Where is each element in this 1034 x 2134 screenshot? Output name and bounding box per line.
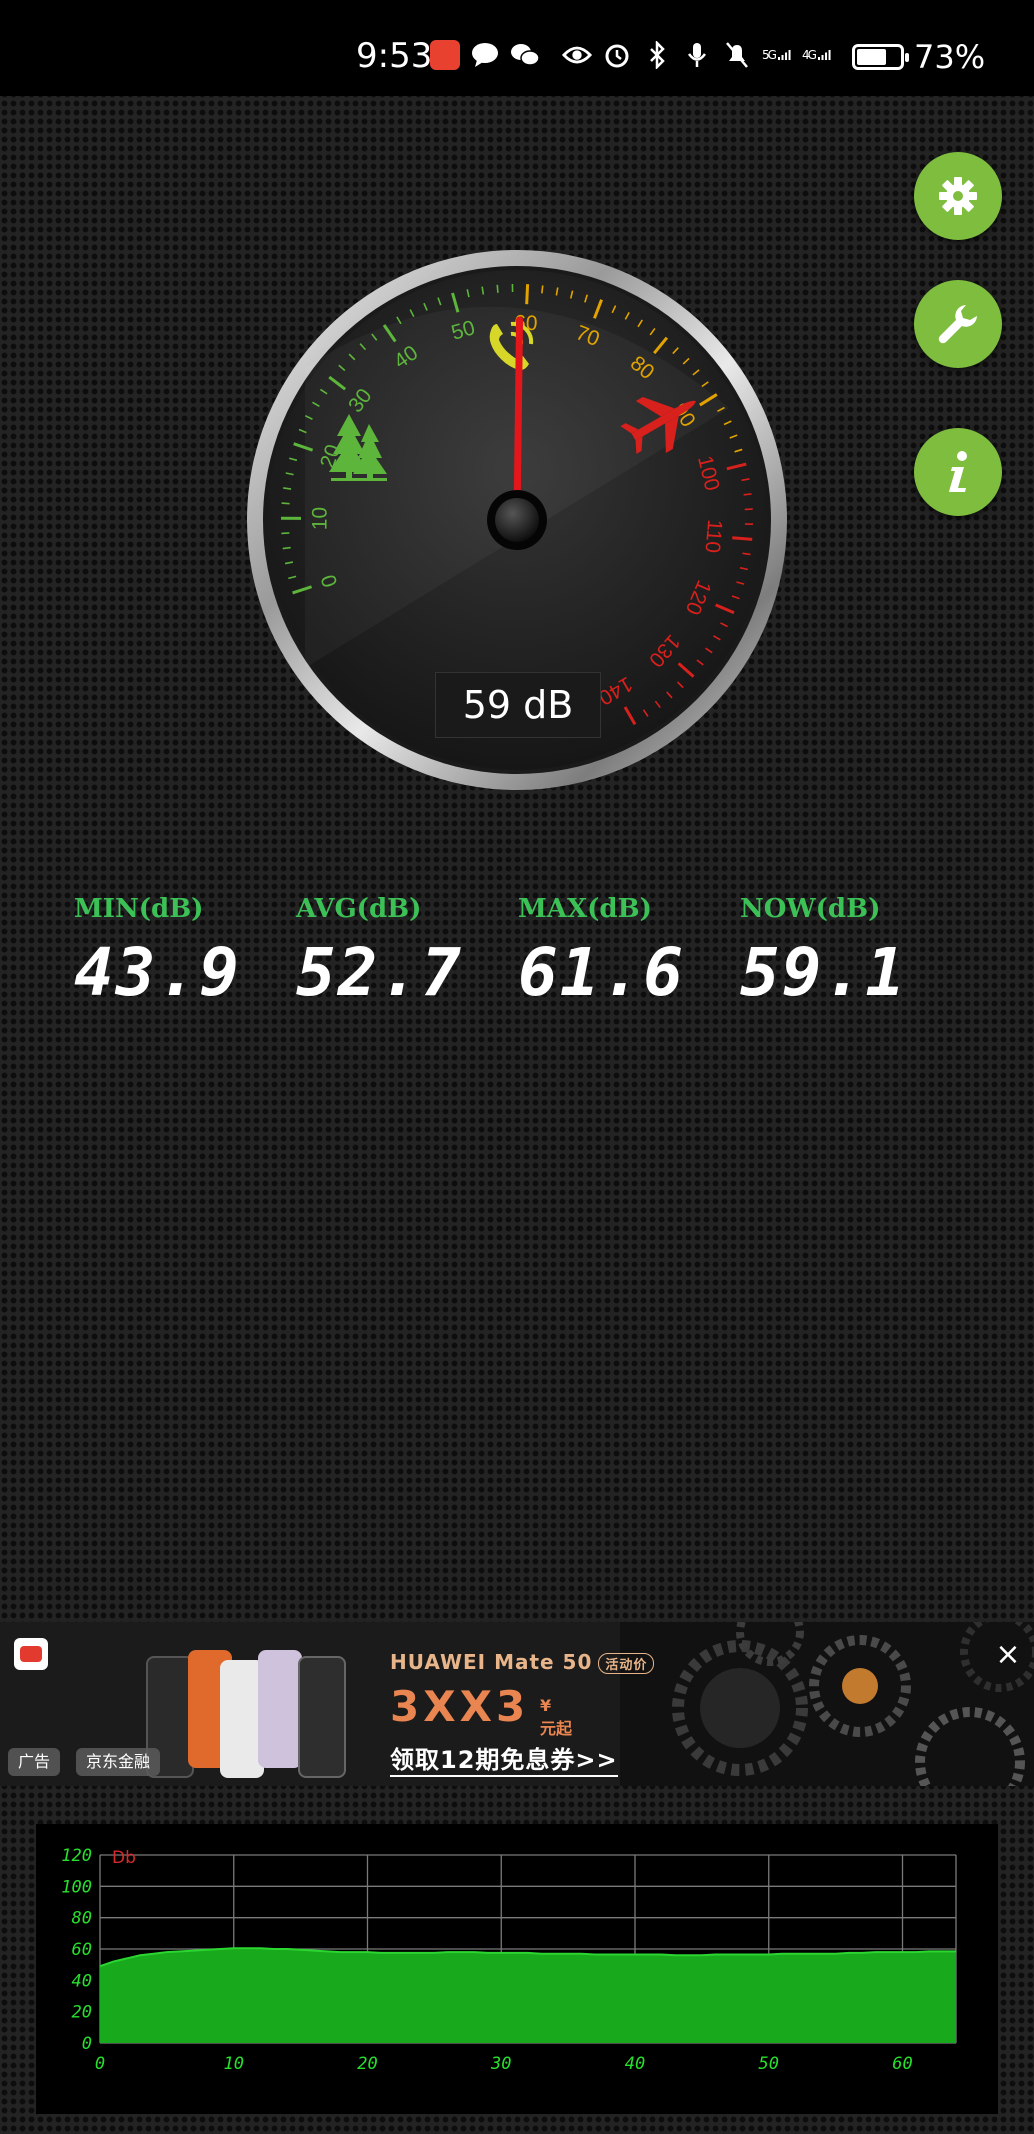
chart-y-tick-label: 0: [82, 2034, 92, 2054]
gauge-tick: [541, 285, 544, 294]
chart-y-tick-label: 20: [72, 2003, 92, 2023]
stat-min-label: MIN(dB): [74, 894, 204, 924]
app-notification-icon: [430, 40, 460, 70]
battery-icon: [852, 44, 909, 70]
ad-close-button[interactable]: ×: [990, 1636, 1026, 1672]
wrench-icon: [938, 305, 977, 344]
microphone-icon: [682, 40, 712, 70]
gauge-tick-label: 10: [308, 507, 331, 531]
stat-now: NOW(dB) 59.1: [740, 894, 940, 1011]
tools-button[interactable]: [914, 280, 1002, 368]
chart-x-tick-label: 40: [625, 2054, 645, 2074]
ad-price-suffix: ¥ 元起: [540, 1696, 572, 1739]
chart-x-tick-label: 0: [95, 2054, 105, 2074]
history-chart-panel: 0 20 40 60 80 100 120 0 10 20 30 40 50 60 Db: [36, 1824, 998, 2114]
chart-x-tick-label: 20: [357, 2054, 377, 2074]
gauge-tick: [525, 284, 530, 305]
info-icon: [949, 451, 967, 492]
phone-image: [258, 1650, 302, 1768]
gauge-tick: [496, 284, 499, 293]
ad-cta-link[interactable]: 领取12期免息券>>: [390, 1740, 618, 1777]
ad-label-tag: 广告: [8, 1748, 61, 1776]
gauge-tick: [743, 493, 752, 496]
history-chart: 0 20 40 60 80 100 120 0 10 20 30 40 50 60 Db: [61, 1846, 957, 2074]
gear-icon: [939, 177, 977, 215]
stat-avg: AVG(dB) 52.7: [296, 894, 496, 1011]
jd-finance-logo: [14, 1638, 48, 1670]
stat-avg-value: 52.7: [296, 934, 463, 1011]
settings-button[interactable]: [914, 152, 1002, 240]
gauge-hub: [495, 498, 539, 542]
wechat-icon: [510, 40, 540, 70]
signal-4g-icon: 4G: [802, 40, 832, 70]
stat-now-label: NOW(dB): [740, 894, 881, 924]
ad-headline-text: HUAWEI Mate 50: [390, 1650, 593, 1674]
eye-icon: [562, 40, 592, 70]
chart-x-tick-label: 10: [224, 2054, 244, 2074]
stat-min: MIN(dB) 43.9: [74, 894, 274, 1011]
phone-image: [298, 1656, 346, 1778]
gauge-tick-label: 110: [700, 519, 726, 554]
info-button[interactable]: [914, 428, 1002, 516]
bluetooth-icon: [642, 40, 672, 70]
chart-y-tick-label: 100: [61, 1877, 92, 1897]
ad-currency: ¥: [540, 1696, 552, 1715]
stat-max: MAX(dB) 61.6: [518, 894, 718, 1011]
chart-y-tick-label: 120: [61, 1846, 92, 1866]
ad-headline: HUAWEI Mate 50 活动价: [390, 1650, 655, 1674]
chart-y-axis-label: Db: [112, 1848, 136, 1868]
gauge-tick: [282, 546, 291, 550]
chart-x-tick-label: 60: [892, 2054, 912, 2074]
status-icons: 5G 4G: [430, 40, 832, 70]
gauge-tick: [281, 502, 290, 505]
status-bar: 9:53 5G 4G 73%: [0, 0, 1034, 96]
chat-bubble-icon: [470, 40, 500, 70]
chart-y-tick-label: 40: [72, 1971, 92, 1991]
stat-max-label: MAX(dB): [518, 894, 652, 924]
ad-price: 3XX3: [390, 1682, 530, 1731]
db-readout: 59 dB: [435, 672, 601, 738]
battery-level: [857, 49, 887, 65]
chart-x-tick-labels: 0 10 20 30 40 50 60: [95, 2054, 913, 2074]
ad-banner[interactable]: HUAWEI Mate 50 活动价 3XX3 ¥ 元起 领取12期免息券>> 广告…: [0, 1622, 1034, 1786]
stat-now-value: 59.1: [740, 934, 907, 1011]
stats-row: MIN(dB) 43.9 AVG(dB) 52.7 MAX(dB) 61.6 N…: [0, 894, 1034, 1014]
status-time: 9:53: [356, 36, 433, 76]
battery-percent: 73%: [914, 38, 986, 76]
ad-sponsor-tag: 京东金融: [76, 1748, 161, 1776]
stat-max-value: 61.6: [518, 934, 685, 1011]
chart-y-tick-labels: 0 20 40 60 80 100 120: [61, 1846, 92, 2054]
stat-min-value: 43.9: [74, 934, 241, 1011]
chart-x-tick-label: 50: [759, 2054, 779, 2074]
chart-area-series: [100, 1948, 956, 2043]
chart-y-tick-label: 80: [72, 1909, 92, 1929]
signal-5g-icon: 5G: [762, 40, 792, 70]
gauge-tick: [283, 487, 292, 490]
chart-y-tick-label: 60: [72, 1940, 92, 1960]
gears-background-image: [620, 1622, 1034, 1786]
mute-icon: [722, 40, 752, 70]
ad-badge: 活动价: [598, 1653, 655, 1674]
stat-avg-label: AVG(dB): [296, 894, 422, 924]
chart-x-tick-label: 30: [490, 2054, 511, 2074]
gauge-tick: [732, 536, 753, 541]
ad-price-suffix-text: 元起: [540, 1719, 573, 1738]
alarm-icon: [602, 40, 632, 70]
